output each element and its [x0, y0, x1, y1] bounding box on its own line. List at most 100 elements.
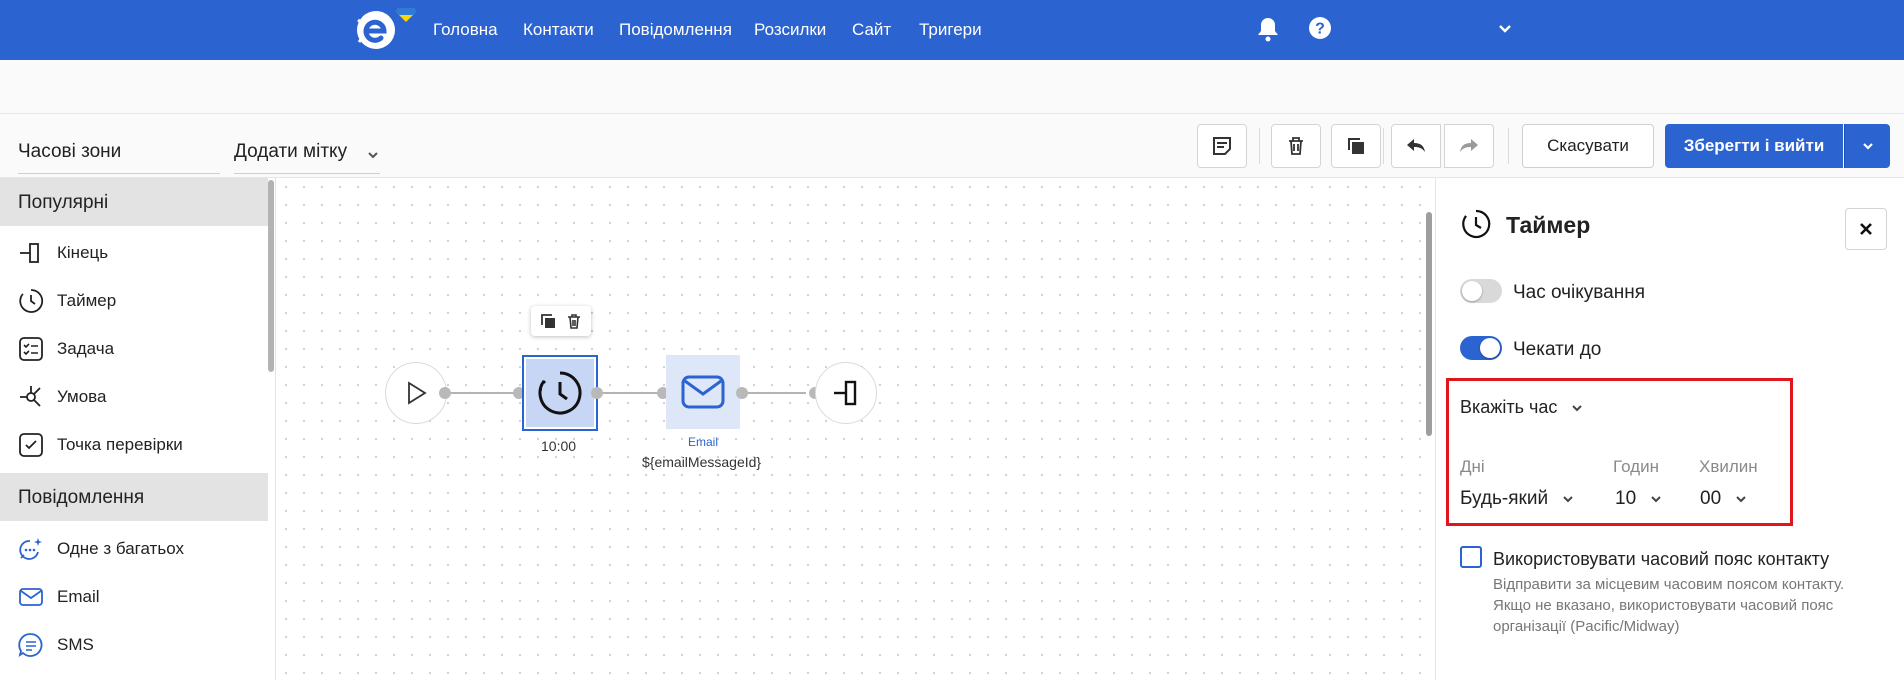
help-icon[interactable]: ?	[1308, 16, 1334, 42]
sub-header-bar	[0, 60, 1904, 114]
timer-icon	[538, 371, 582, 415]
minutes-select[interactable]: 00	[1700, 488, 1748, 510]
copy-icon	[1348, 138, 1364, 154]
contact-timezone-help: Відправити за місцевим часовим поясом ко…	[1493, 576, 1845, 635]
sidebar-item-condition[interactable]: Умова	[0, 374, 268, 418]
sidebar-item-label: Email	[57, 587, 100, 606]
time-mode-select[interactable]: Вкажіть час	[1460, 397, 1584, 418]
editor-toolbar: Часові зони Додати мітку Скасувати Збере…	[0, 114, 1904, 178]
panel-title: Таймер	[1506, 212, 1591, 238]
days-select[interactable]: Будь-який	[1460, 488, 1575, 510]
ukraine-heart-icon	[396, 6, 416, 22]
bell-icon[interactable]	[1256, 16, 1282, 42]
sidebar-scrollbar[interactable]	[268, 180, 274, 372]
delete-button[interactable]	[1271, 124, 1321, 168]
email-node-type: Email	[688, 435, 719, 449]
end-node[interactable]	[815, 362, 877, 424]
timer-node-selected[interactable]	[522, 355, 598, 431]
hours-select[interactable]: 10	[1615, 488, 1663, 510]
add-tag-select[interactable]: Додати мітку	[234, 132, 380, 174]
email-node-label: ${emailMessageId}	[642, 454, 762, 470]
timer-node-label: 10:00	[541, 438, 577, 454]
canvas-scrollbar[interactable]	[1426, 212, 1432, 436]
toolbar-divider	[1508, 128, 1509, 164]
nav-campaigns[interactable]: Розсилки	[754, 20, 826, 40]
timer-icon	[1460, 208, 1492, 240]
notes-button[interactable]	[1197, 124, 1247, 168]
wait-time-label: Час очікування	[1513, 282, 1646, 303]
chevron-down-icon	[368, 152, 378, 159]
checkpoint-icon	[18, 432, 44, 458]
contact-timezone-checkbox[interactable]	[1460, 546, 1482, 568]
redo-icon	[1460, 139, 1478, 152]
save-options-button[interactable]	[1844, 124, 1890, 168]
delete-node-icon[interactable]	[563, 310, 585, 332]
copy-button[interactable]	[1331, 124, 1381, 168]
sidebar-item-sms[interactable]: SMS	[0, 622, 268, 666]
play-icon	[408, 381, 427, 405]
ai-chat-icon	[18, 536, 44, 562]
sidebar-item-label: Точка перевірки	[57, 435, 183, 454]
top-navigation: Головна Контакти Повідомлення Розсилки С…	[0, 0, 1904, 60]
close-icon	[1860, 223, 1872, 235]
blocks-sidebar: Популярні Кінець Таймер Задача Умова Точ…	[0, 178, 276, 680]
node-actions-toolbar	[531, 306, 591, 336]
chevron-down-icon	[1563, 496, 1574, 503]
sms-icon	[18, 632, 44, 658]
sidebar-item-label: Одне з багатьох	[57, 539, 184, 558]
wait-time-toggle[interactable]	[1460, 279, 1502, 303]
nav-triggers[interactable]: Тригери	[919, 20, 982, 40]
nav-home[interactable]: Головна	[433, 20, 498, 40]
timer-settings-panel: Таймер Час очікування Чекати до Вкажіть …	[1435, 178, 1904, 680]
close-panel-button[interactable]	[1845, 208, 1887, 250]
copy-node-icon[interactable]	[537, 310, 559, 332]
contact-timezone-label[interactable]: Використовувати часовий пояс контакту	[1493, 549, 1829, 570]
minutes-label: Хвилин	[1699, 457, 1758, 476]
sidebar-item-end[interactable]: Кінець	[0, 230, 268, 274]
days-value: Будь-який	[1460, 488, 1549, 509]
trash-icon	[1289, 137, 1303, 155]
condition-icon	[18, 384, 44, 410]
sidebar-item-label: Умова	[57, 387, 107, 406]
timezones-field[interactable]: Часові зони	[18, 132, 220, 174]
chevron-down-icon	[1651, 496, 1662, 503]
cancel-button[interactable]: Скасувати	[1522, 124, 1654, 168]
workflow-canvas[interactable]: 10:00 Email ${emailMessageId}	[277, 178, 1435, 680]
redo-button[interactable]	[1444, 124, 1494, 168]
time-mode-value: Вкажіть час	[1460, 397, 1558, 417]
sidebar-item-label: SMS	[57, 635, 94, 654]
sidebar-item-task[interactable]: Задача	[0, 326, 268, 370]
app-logo-icon[interactable]	[356, 10, 396, 50]
output-port[interactable]	[439, 387, 451, 399]
output-port[interactable]	[591, 387, 603, 399]
sidebar-item-email[interactable]: Email	[0, 574, 268, 618]
add-tag-label: Додати мітку	[234, 141, 348, 162]
email-node[interactable]	[666, 355, 740, 429]
end-icon	[834, 380, 857, 406]
sidebar-item-timer[interactable]: Таймер	[0, 278, 268, 322]
toolbar-divider	[1383, 128, 1384, 164]
wait-until-toggle[interactable]	[1460, 336, 1502, 360]
hours-value: 10	[1615, 488, 1637, 509]
sidebar-item-one-of-many[interactable]: Одне з багатьох	[0, 526, 268, 570]
wait-until-label: Чекати до	[1513, 339, 1602, 360]
undo-icon	[1407, 139, 1425, 152]
chevron-down-icon	[1736, 496, 1747, 503]
save-and-exit-button[interactable]: Зберегти і вийти	[1665, 124, 1843, 168]
days-label: Дні	[1460, 457, 1485, 476]
email-icon	[681, 375, 725, 409]
nav-contacts[interactable]: Контакти	[523, 20, 594, 40]
timer-icon	[18, 288, 44, 314]
account-chevron-down-icon[interactable]	[1496, 20, 1514, 38]
output-port[interactable]	[736, 387, 748, 399]
sidebar-item-checkpoint[interactable]: Точка перевірки	[0, 422, 268, 466]
nav-site[interactable]: Сайт	[852, 20, 891, 40]
notes-icon	[1213, 137, 1231, 155]
undo-button[interactable]	[1391, 124, 1441, 168]
chevron-down-icon	[1572, 405, 1583, 412]
start-node[interactable]	[385, 362, 447, 424]
sidebar-section-messages: Повідомлення	[0, 473, 268, 521]
task-icon	[18, 336, 44, 362]
nav-messages[interactable]: Повідомлення	[619, 20, 732, 40]
toolbar-divider	[1259, 128, 1260, 164]
